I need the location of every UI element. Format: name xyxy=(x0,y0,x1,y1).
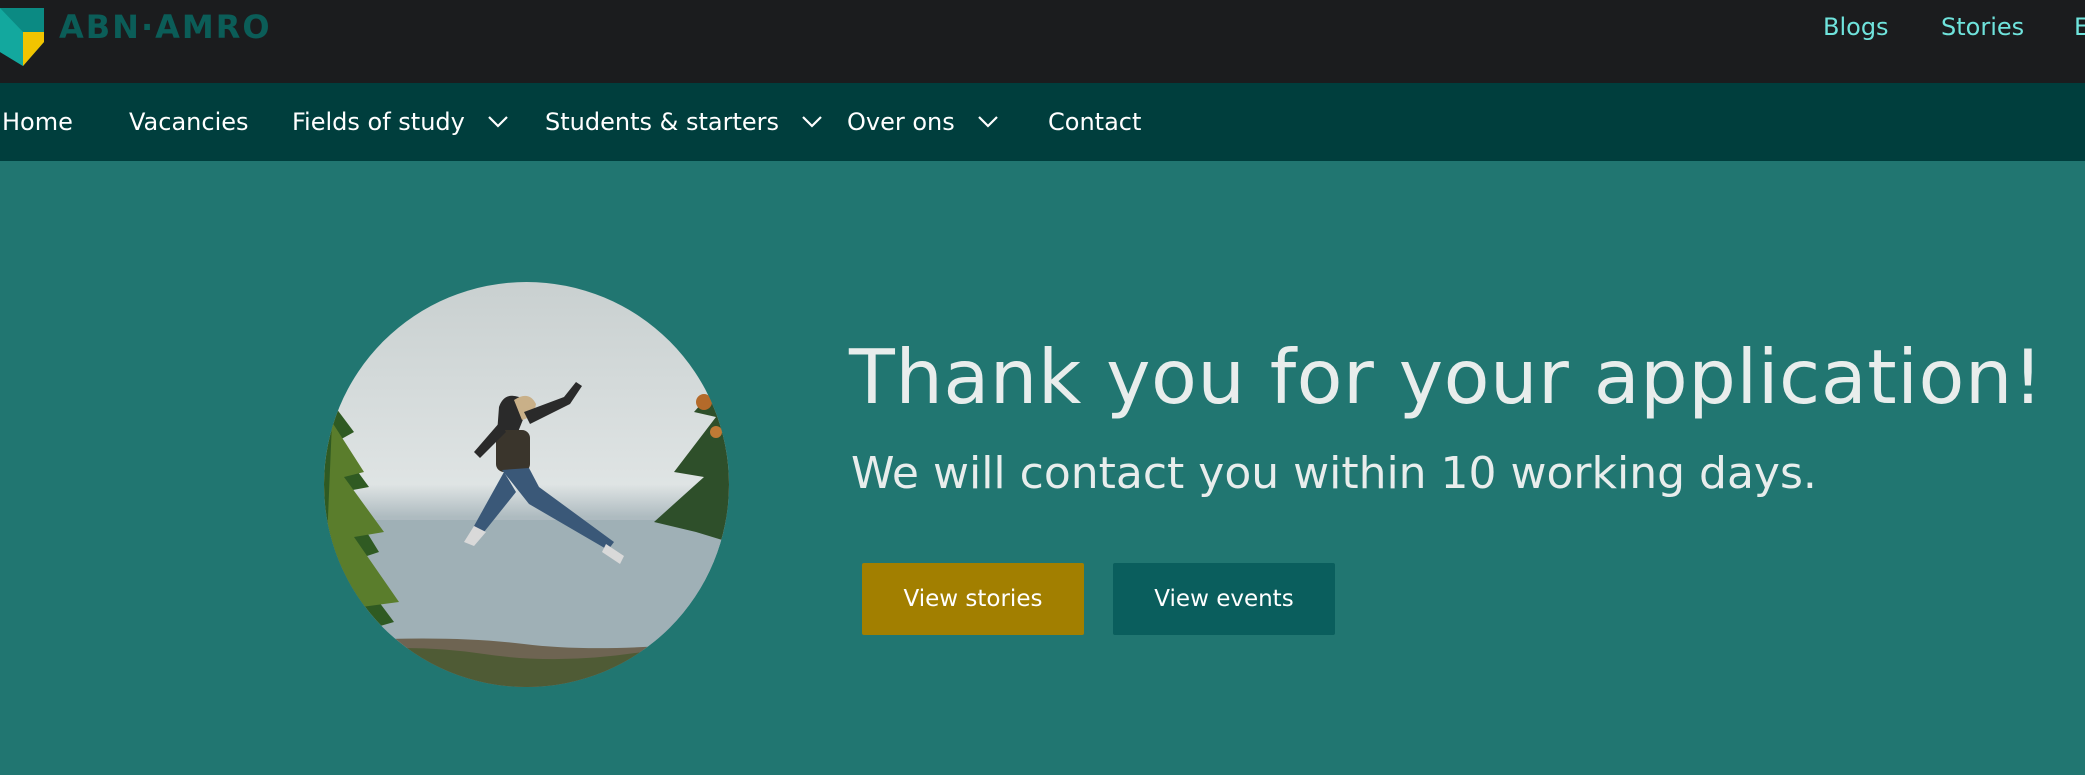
chevron-down-icon xyxy=(488,116,508,128)
page-title: Thank you for your application! xyxy=(849,333,2044,421)
view-events-button[interactable]: View events xyxy=(1113,563,1335,635)
nav-item-label: Contact xyxy=(1048,108,1142,136)
nav-item-vacancies[interactable]: Vacancies xyxy=(129,83,249,161)
nav-item-label: Students & starters xyxy=(545,108,779,136)
top-link-events[interactable]: E xyxy=(2074,13,2085,41)
top-links: Blogs Stories E xyxy=(0,13,2085,47)
top-link-stories[interactable]: Stories xyxy=(1941,13,2024,41)
nav-item-fields-of-study[interactable]: Fields of study xyxy=(292,83,509,161)
nav-item-home[interactable]: Home xyxy=(2,83,73,161)
top-link-blogs[interactable]: Blogs xyxy=(1823,13,1889,41)
top-bar: ABN·AMRO Blogs Stories E xyxy=(0,0,2085,83)
page-subtitle: We will contact you within 10 working da… xyxy=(851,448,1817,499)
nav-item-label: Over ons xyxy=(847,108,955,136)
chevron-down-icon xyxy=(802,116,822,128)
nav-item-label: Vacancies xyxy=(129,108,249,136)
view-stories-button[interactable]: View stories xyxy=(862,563,1084,635)
main-nav: Home Vacancies Fields of study Students … xyxy=(0,83,2085,161)
nav-item-contact[interactable]: Contact xyxy=(1048,83,1141,161)
chevron-down-icon xyxy=(977,116,998,128)
nav-item-label: Home xyxy=(2,108,73,136)
nav-item-label: Fields of study xyxy=(292,108,465,136)
nav-item-over-ons[interactable]: Over ons xyxy=(847,83,999,161)
nav-item-students-starters[interactable]: Students & starters xyxy=(545,83,823,161)
hero-photo xyxy=(324,282,729,687)
